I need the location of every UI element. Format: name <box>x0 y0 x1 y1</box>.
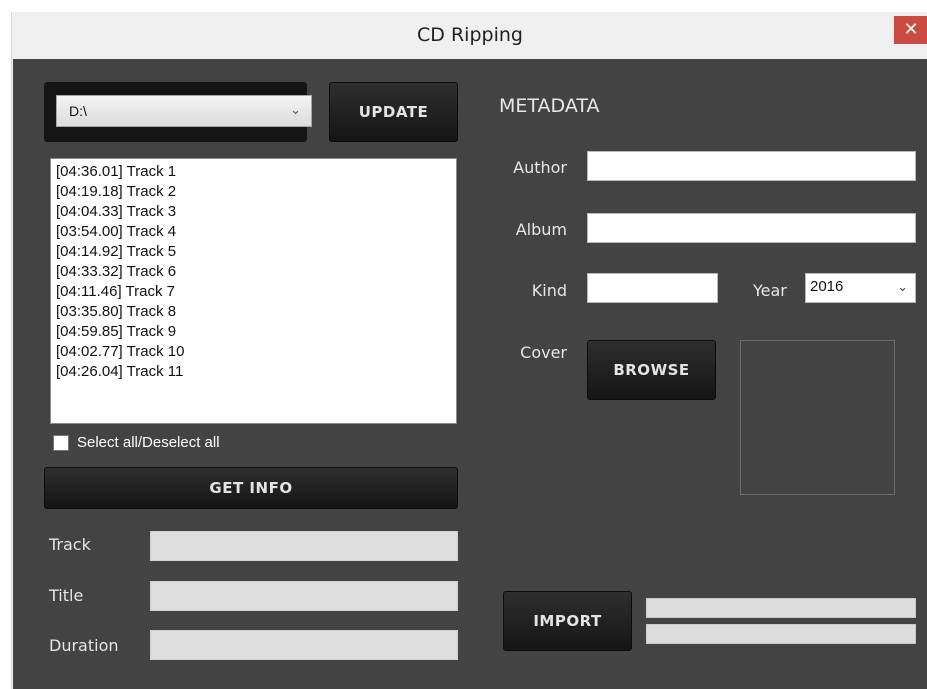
client-area: D:\ ⌄ UPDATE [04:36.01] Track 1 [04:19.1… <box>13 59 927 689</box>
title-label: Title <box>49 586 84 605</box>
list-item[interactable]: [04:04.33] Track 3 <box>56 204 176 220</box>
update-button-label: UPDATE <box>358 103 429 121</box>
close-button[interactable]: ✕ <box>894 16 927 44</box>
title-bar[interactable]: CD Ripping ✕ <box>12 12 927 58</box>
title-field <box>150 581 458 611</box>
import-progress-bar-2 <box>646 624 916 644</box>
album-label: Album <box>515 220 567 239</box>
track-field <box>150 531 458 561</box>
get-info-button-label: GET INFO <box>209 479 293 497</box>
list-item[interactable]: [04:14.92] Track 5 <box>56 244 176 260</box>
list-item[interactable]: [04:26.04] Track 11 <box>56 364 183 380</box>
window-title: CD Ripping <box>417 24 523 46</box>
drive-select[interactable]: D:\ ⌄ <box>56 95 312 127</box>
import-button[interactable]: IMPORT <box>503 591 632 651</box>
chevron-down-icon: ⌄ <box>897 279 908 294</box>
year-select[interactable]: 2016 ⌄ <box>805 273 916 303</box>
kind-label: Kind <box>531 281 567 300</box>
author-label: Author <box>513 158 567 177</box>
list-item[interactable]: [03:54.00] Track 4 <box>56 224 176 240</box>
year-label: Year <box>753 281 787 300</box>
update-button[interactable]: UPDATE <box>329 82 458 142</box>
list-item[interactable]: [04:02.77] Track 10 <box>56 344 184 360</box>
list-item[interactable]: [04:11.46] Track 7 <box>56 284 175 300</box>
list-item[interactable]: [04:19.18] Track 2 <box>56 184 176 200</box>
list-item[interactable]: [04:33.32] Track 6 <box>56 264 176 280</box>
chevron-down-icon: ⌄ <box>290 102 301 117</box>
cover-label: Cover <box>520 343 567 362</box>
metadata-heading: METADATA <box>499 95 600 117</box>
list-item[interactable]: [04:36.01] Track 1 <box>56 164 176 180</box>
track-list[interactable]: [04:36.01] Track 1 [04:19.18] Track 2 [0… <box>50 158 457 424</box>
get-info-button[interactable]: GET INFO <box>44 467 458 509</box>
duration-label: Duration <box>49 636 119 655</box>
album-input[interactable] <box>587 213 916 243</box>
year-select-value: 2016 <box>810 278 844 295</box>
browse-button[interactable]: BROWSE <box>587 340 716 400</box>
import-progress-bar-1 <box>646 598 916 618</box>
duration-field <box>150 630 458 660</box>
browse-button-label: BROWSE <box>613 361 690 379</box>
select-all-checkbox[interactable] <box>53 435 69 451</box>
cover-preview <box>740 340 895 495</box>
drive-select-value: D:\ <box>69 103 87 119</box>
author-input[interactable] <box>587 151 916 181</box>
cd-ripping-window: CD Ripping ✕ D:\ ⌄ UPDATE [04:36.01] Tra… <box>11 12 927 689</box>
kind-input[interactable] <box>587 273 718 303</box>
list-item[interactable]: [04:59.85] Track 9 <box>56 324 176 340</box>
close-icon: ✕ <box>903 19 919 40</box>
import-button-label: IMPORT <box>533 612 602 630</box>
track-label: Track <box>49 535 91 554</box>
select-all-label[interactable]: Select all/Deselect all <box>77 434 220 451</box>
list-item[interactable]: [03:35.80] Track 8 <box>56 304 176 320</box>
